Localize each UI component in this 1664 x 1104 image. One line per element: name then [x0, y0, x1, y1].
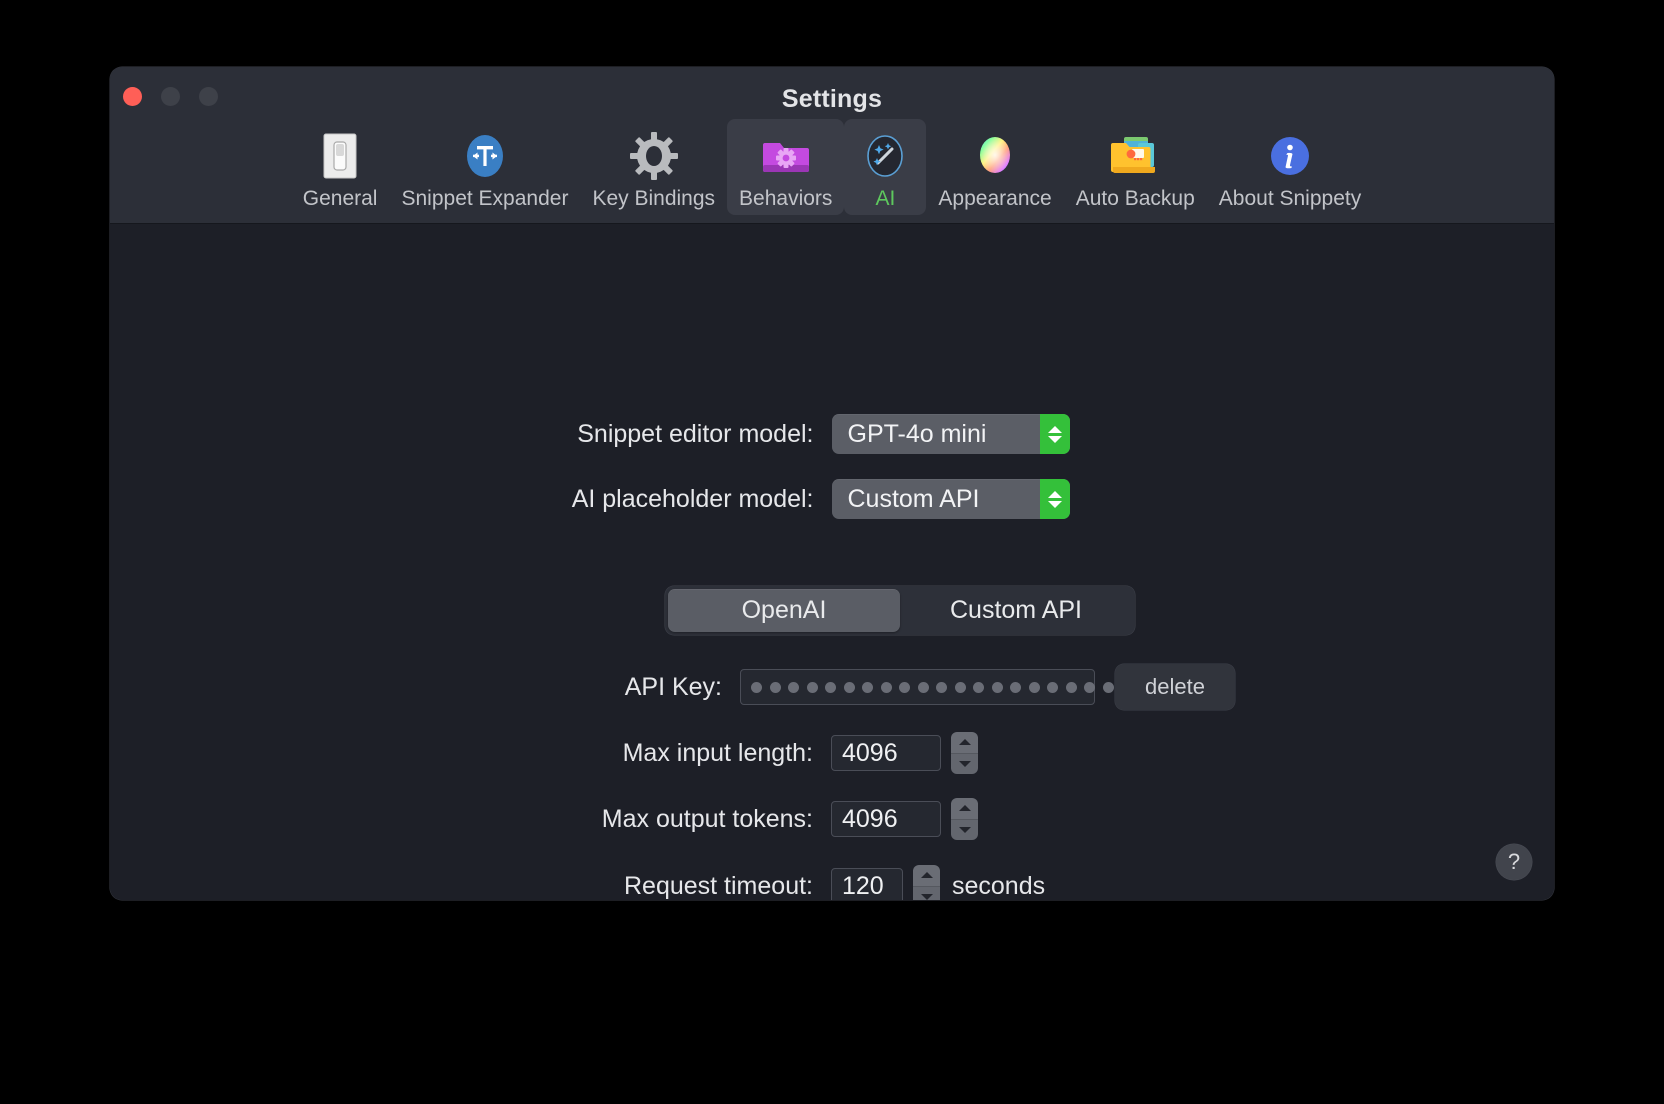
max-input-length-stepper[interactable]: [951, 732, 978, 774]
toolbar-label-ai: AI: [875, 187, 896, 210]
stepper-up-icon[interactable]: [951, 732, 978, 753]
max-input-length-input[interactable]: 4096: [831, 735, 941, 771]
request-timeout-unit: seconds: [952, 871, 1046, 900]
toolbar-item-appearance[interactable]: Appearance: [926, 119, 1063, 215]
toolbar-item-auto-backup[interactable]: Auto Backup: [1064, 119, 1207, 215]
stepper-down-icon[interactable]: [951, 752, 978, 774]
magic-wand-icon: [856, 127, 914, 185]
label-ai-placeholder-model: AI placeholder model:: [571, 484, 814, 513]
segment-openai[interactable]: OpenAI: [668, 589, 900, 632]
chevron-updown-icon: [1040, 479, 1070, 519]
settings-content-ai-pane: Snippet editor model: GPT-4o mini AI pla…: [110, 224, 1554, 900]
request-timeout-input[interactable]: 120: [831, 868, 903, 900]
folder-gear-icon: [757, 127, 815, 185]
window-titlebar: Settings General Snippet Expander Key Bi…: [110, 67, 1554, 224]
text-expand-icon: [456, 127, 514, 185]
max-output-tokens-value: 4096: [842, 804, 898, 833]
api-key-input[interactable]: [740, 669, 1114, 705]
toggle-switch-icon: [311, 127, 369, 185]
stepper-down-icon[interactable]: [951, 818, 978, 840]
row-max-output-tokens: Max output tokens: 4096: [510, 798, 978, 840]
max-output-tokens-input[interactable]: 4096: [831, 801, 941, 837]
snippet-editor-model-select[interactable]: GPT-4o mini: [831, 414, 1070, 454]
toolbar-label-about-snippety: About Snippety: [1218, 187, 1362, 210]
toolbar-item-snippet-expander[interactable]: Snippet Expander: [389, 119, 580, 215]
provider-segmented-control[interactable]: OpenAI Custom API: [665, 586, 1135, 635]
snippet-editor-model-value: GPT-4o mini: [847, 419, 987, 448]
toolbar-label-auto-backup: Auto Backup: [1075, 187, 1195, 210]
row-max-input-length: Max input length: 4096: [510, 732, 978, 774]
help-button[interactable]: ?: [1496, 844, 1532, 880]
request-timeout-value: 120: [842, 871, 884, 900]
row-snippet-editor-model: Snippet editor model: GPT-4o mini: [540, 414, 1070, 454]
max-input-length-value: 4096: [842, 738, 898, 767]
toolbar-label-appearance: Appearance: [938, 187, 1052, 210]
toolbar-label-key-bindings: Key Bindings: [592, 187, 716, 210]
toolbar-item-ai[interactable]: AI: [844, 119, 927, 215]
settings-window: Settings General Snippet Expander Key Bi…: [110, 67, 1554, 900]
toolbar-item-key-bindings[interactable]: Key Bindings: [580, 119, 727, 215]
label-max-output-tokens: Max output tokens:: [601, 804, 813, 833]
ai-placeholder-model-select[interactable]: Custom API: [831, 479, 1070, 519]
row-request-timeout: Request timeout: 120 seconds: [510, 865, 1045, 900]
info-icon: [1261, 127, 1319, 185]
label-request-timeout: Request timeout:: [624, 871, 813, 900]
toolbar-item-about-snippety[interactable]: About Snippety: [1207, 119, 1373, 215]
folder-backup-icon: [1106, 127, 1164, 185]
row-api-key: API Key: delete: [510, 664, 1235, 710]
window-title: Settings: [781, 85, 883, 113]
toolbar-item-behaviors[interactable]: Behaviors: [727, 119, 845, 215]
chevron-updown-icon: [1040, 414, 1070, 454]
color-wheel-icon: [966, 127, 1024, 185]
label-api-key: API Key:: [624, 672, 722, 701]
stepper-up-icon[interactable]: [951, 798, 978, 819]
toolbar-label-snippet-expander: Snippet Expander: [401, 187, 569, 210]
toolbar-item-general[interactable]: General: [291, 119, 390, 215]
gear-icon: [625, 127, 683, 185]
label-snippet-editor-model: Snippet editor model:: [577, 419, 814, 448]
toolbar-label-behaviors: Behaviors: [739, 187, 833, 210]
label-max-input-length: Max input length:: [622, 738, 813, 767]
toolbar-label-general: General: [302, 187, 378, 210]
max-output-tokens-stepper[interactable]: [951, 798, 978, 840]
request-timeout-stepper[interactable]: [913, 865, 940, 900]
delete-api-key-button[interactable]: delete: [1115, 664, 1235, 710]
api-key-masked-value: [751, 681, 1114, 693]
ai-placeholder-model-value: Custom API: [847, 484, 980, 513]
segment-custom-api[interactable]: Custom API: [900, 589, 1132, 632]
stepper-up-icon[interactable]: [913, 865, 940, 886]
settings-toolbar: General Snippet Expander Key Bindings Be…: [110, 119, 1554, 215]
row-ai-placeholder-model: AI placeholder model: Custom API: [540, 479, 1070, 519]
stepper-down-icon[interactable]: [913, 885, 940, 900]
